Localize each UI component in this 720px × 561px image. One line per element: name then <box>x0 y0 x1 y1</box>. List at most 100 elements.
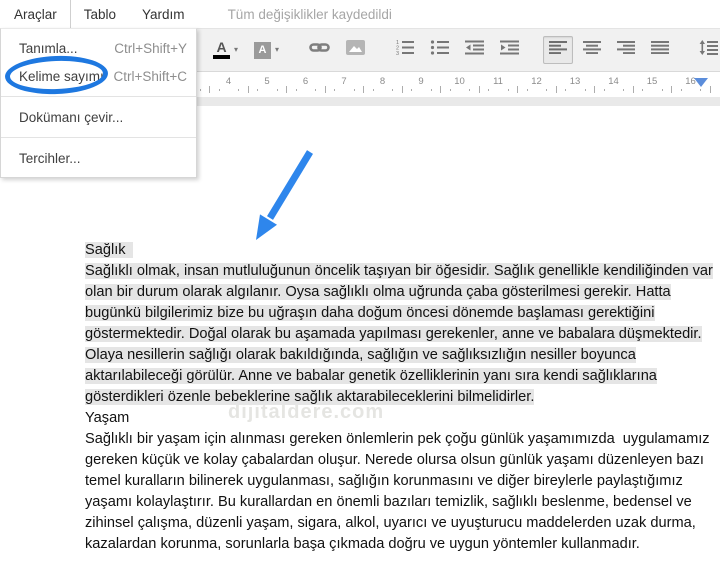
ruler-tick <box>507 89 509 91</box>
line-spacing-icon <box>699 40 719 60</box>
ruler-number: 10 <box>454 76 465 87</box>
text-line: gereken küçük ve kolay çabalardan oluşur… <box>85 452 704 468</box>
ruler-tick <box>276 89 278 91</box>
ruler-tick <box>392 89 394 91</box>
ruler-tick <box>372 89 374 91</box>
menu-table[interactable]: Tablo <box>71 0 129 28</box>
numbered-list-button[interactable]: 1 2 3 <box>389 35 420 65</box>
increase-indent-button[interactable] <box>494 35 525 65</box>
ruler-number: 12 <box>531 76 542 87</box>
menu-separator <box>1 96 196 97</box>
bulleted-list-button[interactable] <box>424 35 455 65</box>
ruler-number: 4 <box>225 76 232 87</box>
align-left-button[interactable] <box>543 36 574 64</box>
text-line: gösterdikleri özenle bebeklerine sağlık … <box>85 389 535 405</box>
insert-link-button[interactable] <box>303 35 336 65</box>
ruler-tick <box>642 89 644 91</box>
increase-indent-icon <box>500 40 520 60</box>
menu-item-label: Dokümanı çevir... <box>19 109 124 125</box>
text-line: kazalardan korunma, sorunlarla başa çıkm… <box>85 536 640 552</box>
ruler-tick <box>709 86 711 93</box>
ruler-number: 7 <box>341 76 347 87</box>
ruler-tick <box>555 86 557 93</box>
ruler-tick <box>324 86 326 93</box>
text-line: zihinsel çalışma, düzenli yaşam, sigara,… <box>85 515 696 531</box>
highlight-color-button[interactable]: A ▾ <box>248 37 285 64</box>
ruler-tick <box>247 86 249 93</box>
google-docs-window: Araçlar Tablo Yardım Tüm değişiklikler k… <box>0 0 720 561</box>
ruler-tick <box>478 86 480 93</box>
insert-image-button[interactable] <box>340 35 371 65</box>
image-icon <box>346 40 366 60</box>
ruler-tick <box>565 89 567 91</box>
ruler-number: 5 <box>264 76 270 87</box>
text-line: Sağlıklı olmak, insan mutluluğunun öncel… <box>85 263 713 279</box>
decrease-indent-button[interactable] <box>459 35 490 65</box>
align-right-icon <box>617 41 636 59</box>
line-spacing-button[interactable]: ▾ <box>693 35 720 65</box>
menu-item-define[interactable]: Tanımla... Ctrl+Shift+Y <box>1 34 196 62</box>
ruler-tick <box>623 89 625 91</box>
text-color-button[interactable]: A ▾ <box>207 36 244 64</box>
ruler-tick <box>401 86 403 93</box>
menu-item-label: Tanımla... <box>19 40 78 56</box>
ruler-tick <box>469 89 471 91</box>
highlight-color-icon: A <box>254 41 272 59</box>
link-icon <box>309 40 330 60</box>
ruler-tick <box>603 89 605 91</box>
chevron-down-icon: ▾ <box>234 45 239 54</box>
ruler-tick <box>411 89 413 91</box>
tools-menu: Tanımla... Ctrl+Shift+Y Kelime sayımı Ct… <box>0 28 197 178</box>
text-line: Sağlık <box>85 240 713 261</box>
menu-help[interactable]: Yardım <box>129 0 198 28</box>
ruler-number: 11 <box>493 76 503 87</box>
ruler-tick <box>334 89 336 91</box>
ruler-tick <box>430 89 432 91</box>
ruler-tick <box>449 89 451 91</box>
ruler-tick <box>218 89 220 91</box>
chevron-down-icon: ▾ <box>275 45 280 54</box>
menu-item-label: Kelime sayımı <box>19 68 104 84</box>
ruler-tick <box>671 86 673 93</box>
ruler-tick <box>488 89 490 91</box>
ruler-number: 13 <box>569 76 581 87</box>
ruler-tick <box>209 86 211 93</box>
decrease-indent-icon <box>465 40 485 60</box>
align-right-button[interactable] <box>611 36 641 64</box>
align-center-icon <box>583 41 602 59</box>
menu-item-label: Tercihler... <box>19 150 81 166</box>
text-line: Yaşam <box>85 410 130 426</box>
ruler-tick <box>594 86 596 93</box>
ruler-tick <box>661 89 663 91</box>
bulleted-list-icon <box>430 40 450 60</box>
ruler-tick <box>526 89 528 91</box>
ruler-tick <box>700 89 702 91</box>
ruler-tick <box>632 86 634 93</box>
ruler-tick <box>238 89 240 91</box>
ruler-number: 15 <box>646 76 658 87</box>
align-left-icon <box>549 41 568 59</box>
ruler-tick <box>295 89 297 91</box>
align-center-button[interactable] <box>577 36 607 64</box>
ruler-number: 14 <box>608 76 619 87</box>
justify-icon <box>651 41 670 59</box>
menu-tools[interactable]: Araçlar <box>0 0 71 28</box>
text-line: bugünkü bilgilerimiz bize bu uğraşın dah… <box>85 305 655 321</box>
ruler-tick <box>546 89 548 91</box>
text-line: göstermektedir. Doğal olarak bu aşamada … <box>85 326 702 342</box>
justify-button[interactable] <box>645 36 675 64</box>
document-lines: Sağlık Sağlıklı olmak, insan mutluluğunun… <box>85 240 713 555</box>
right-indent-marker[interactable] <box>694 78 708 87</box>
menu-item-shortcut: Ctrl+Shift+C <box>113 68 187 84</box>
text-line: yaşamı kolaylaştırır. Bu kurallardan en … <box>85 494 692 510</box>
numbered-list-icon: 1 2 3 <box>395 40 415 60</box>
menu-item-preferences[interactable]: Tercihler... <box>1 144 196 172</box>
menu-item-translate-document[interactable]: Dokümanı çevir... <box>1 103 196 131</box>
ruler-tick <box>584 89 586 91</box>
ruler-tick <box>680 89 682 91</box>
menu-item-word-count[interactable]: Kelime sayımı Ctrl+Shift+C <box>1 62 196 90</box>
ruler-number: 6 <box>302 76 309 87</box>
ruler-number: 8 <box>379 76 386 87</box>
menu-separator <box>1 137 196 138</box>
menu-bar: Araçlar Tablo Yardım Tüm değişiklikler k… <box>0 0 720 28</box>
